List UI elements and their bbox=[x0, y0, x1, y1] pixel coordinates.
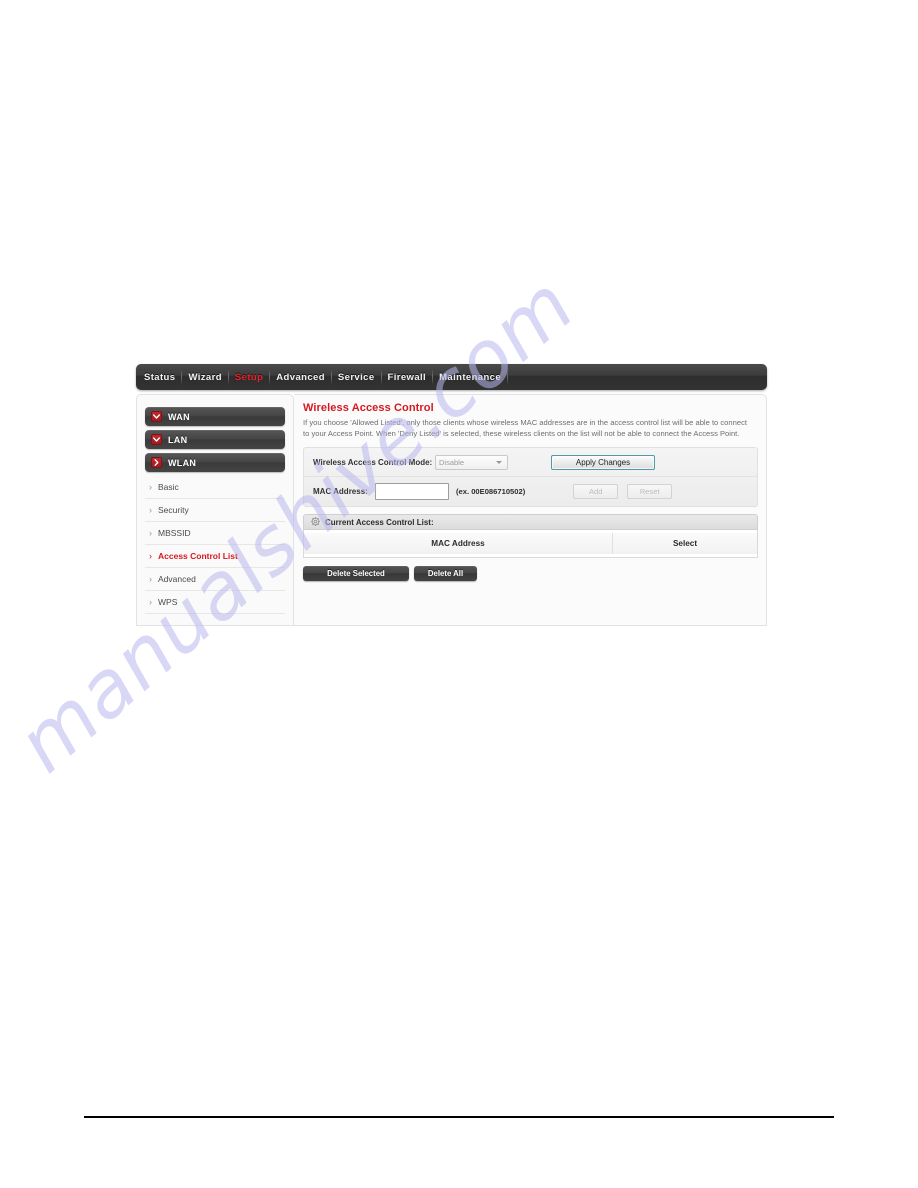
router-admin-screenshot: Status Wizard Setup Advanced Service Fir… bbox=[136, 364, 767, 626]
sidebar-group-lan[interactable]: LAN bbox=[145, 430, 285, 449]
mac-address-input[interactable] bbox=[375, 483, 449, 500]
mac-address-hint: (ex. 00E086710502) bbox=[456, 487, 526, 496]
chevron-right-icon: › bbox=[149, 527, 152, 538]
sidebar-item-label: Access Control List bbox=[158, 551, 238, 561]
sidebar-item-access-control-list[interactable]: › Access Control List bbox=[145, 545, 285, 568]
sidebar-item-label: MBSSID bbox=[158, 528, 191, 538]
nav-tab-advanced[interactable]: Advanced bbox=[270, 364, 331, 390]
sidebar-item-wps[interactable]: › WPS bbox=[145, 591, 285, 614]
sidebar-item-label: Security bbox=[158, 505, 189, 515]
sidebar-item-label: Basic bbox=[158, 482, 179, 492]
apply-changes-button[interactable]: Apply Changes bbox=[551, 454, 655, 470]
gear-icon bbox=[310, 513, 321, 531]
add-button[interactable]: Add bbox=[573, 484, 619, 499]
reset-button[interactable]: Reset bbox=[627, 484, 673, 499]
sidebar: WAN LAN WLAN › Basic › Security › MBSSID… bbox=[136, 394, 294, 626]
mac-action-buttons: Add Reset bbox=[573, 484, 673, 499]
sidebar-item-label: WPS bbox=[158, 597, 178, 607]
sidebar-group-wlan[interactable]: WLAN bbox=[145, 453, 285, 472]
sidebar-item-label: Advanced bbox=[158, 574, 196, 584]
access-control-mode-select[interactable]: Disable bbox=[435, 454, 508, 470]
mac-row: MAC Address: (ex. 00E086710502) Add Rese… bbox=[304, 477, 757, 506]
access-control-mode-value: Disable bbox=[439, 457, 465, 467]
sidebar-item-security[interactable]: › Security bbox=[145, 499, 285, 522]
chevron-right-icon: › bbox=[149, 596, 152, 607]
column-header-mac-address: MAC Address bbox=[304, 533, 613, 554]
nav-tab-status[interactable]: Status bbox=[138, 364, 181, 390]
chevron-right-icon: › bbox=[149, 504, 152, 515]
mode-row: Wireless Access Control Mode: Disable Ap… bbox=[304, 448, 757, 477]
access-control-list-table: MAC Address Select bbox=[303, 530, 758, 558]
sidebar-group-label: WLAN bbox=[168, 457, 197, 468]
footer-divider bbox=[84, 1116, 834, 1118]
access-control-form-panel: Wireless Access Control Mode: Disable Ap… bbox=[303, 447, 758, 507]
nav-tab-wizard[interactable]: Wizard bbox=[182, 364, 227, 390]
mac-address-label: MAC Address: bbox=[313, 487, 368, 496]
main-content: Wireless Access Control If you choose 'A… bbox=[294, 394, 767, 626]
chevron-right-icon: › bbox=[149, 481, 152, 492]
chevron-right-icon bbox=[151, 457, 162, 468]
nav-tab-firewall[interactable]: Firewall bbox=[382, 364, 433, 390]
page-body: WAN LAN WLAN › Basic › Security › MBSSID… bbox=[136, 394, 767, 626]
chevron-right-icon: › bbox=[149, 550, 152, 561]
list-action-buttons: Delete Selected Delete All bbox=[303, 566, 758, 597]
page-description: If you choose 'Allowed Listed', only tho… bbox=[303, 418, 747, 438]
sidebar-group-wan[interactable]: WAN bbox=[145, 407, 285, 426]
nav-tab-maintenance[interactable]: Maintenance bbox=[433, 364, 507, 390]
delete-selected-button[interactable]: Delete Selected bbox=[303, 566, 409, 581]
top-navigation-bar: Status Wizard Setup Advanced Service Fir… bbox=[136, 364, 767, 390]
sidebar-group-label: WAN bbox=[168, 411, 190, 422]
nav-tab-service[interactable]: Service bbox=[332, 364, 381, 390]
chevron-right-icon: › bbox=[149, 573, 152, 584]
sidebar-item-basic[interactable]: › Basic bbox=[145, 476, 285, 499]
sidebar-group-label: LAN bbox=[168, 434, 188, 445]
chevron-down-icon bbox=[496, 460, 502, 464]
sidebar-item-mbssid[interactable]: › MBSSID bbox=[145, 522, 285, 545]
sidebar-item-advanced[interactable]: › Advanced bbox=[145, 568, 285, 591]
nav-tab-setup[interactable]: Setup bbox=[229, 364, 269, 390]
chevron-down-icon bbox=[151, 411, 162, 422]
column-header-select: Select bbox=[613, 533, 757, 554]
chevron-down-icon bbox=[151, 434, 162, 445]
delete-all-button[interactable]: Delete All bbox=[414, 566, 477, 581]
page-title: Wireless Access Control bbox=[303, 402, 434, 414]
mode-label: Wireless Access Control Mode: bbox=[313, 457, 433, 467]
current-list-header-label: Current Access Control List: bbox=[325, 517, 434, 527]
current-list-header: Current Access Control List: bbox=[303, 514, 758, 530]
